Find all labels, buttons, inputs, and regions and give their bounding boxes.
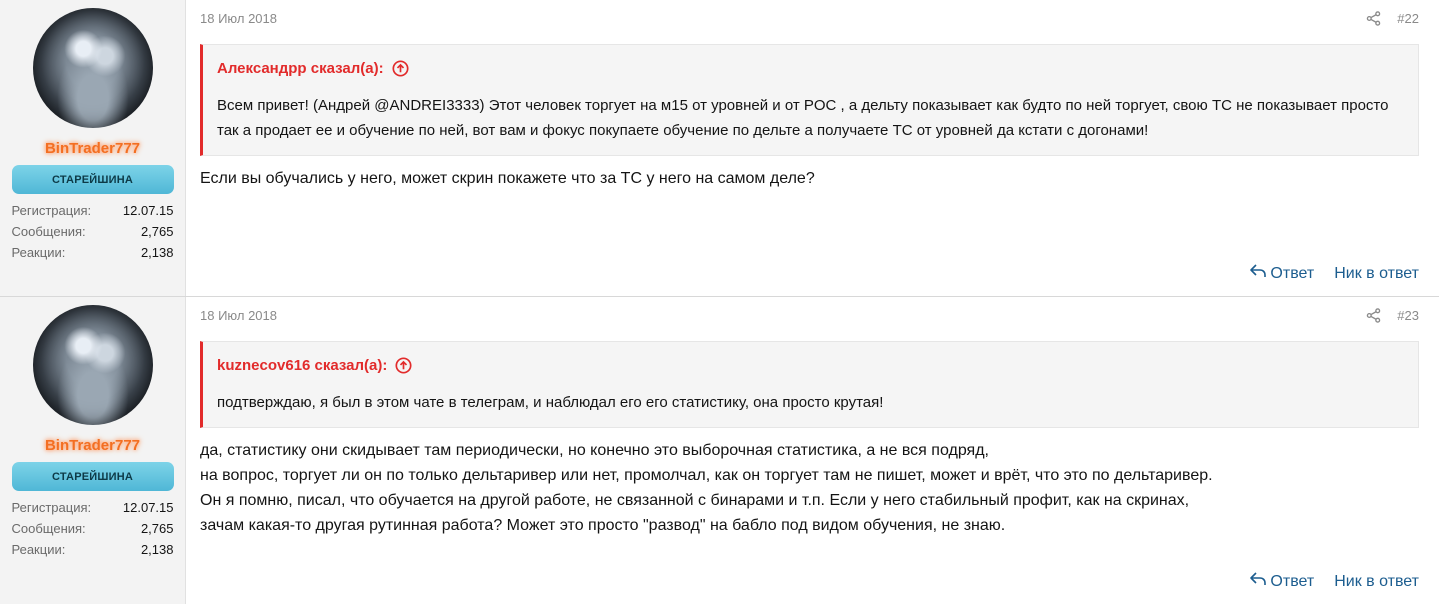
stat-messages: Сообщения: 2,765 (12, 221, 174, 242)
quote-header: Александрр сказал(а): (203, 45, 1418, 81)
reply-button[interactable]: Ответ (1249, 263, 1314, 284)
nick-reply-button[interactable]: Ник в ответ (1334, 265, 1419, 283)
quote-text: Всем привет! (Андрей @ANDREI3333) Этот ч… (217, 97, 1389, 139)
nick-reply-button[interactable]: Ник в ответ (1334, 573, 1419, 591)
post: BinTrader777 СТАРЕЙШИНА Регистрация: 12.… (0, 0, 1439, 296)
arrow-up-circle-icon[interactable] (392, 59, 409, 77)
reply-label: Ответ (1270, 264, 1315, 282)
post-actions: Ответ Ник в ответ (1249, 263, 1419, 284)
user-panel: BinTrader777 СТАРЕЙШИНА Регистрация: 12.… (0, 297, 186, 604)
post: BinTrader777 СТАРЕЙШИНА Регистрация: 12.… (0, 296, 1439, 604)
reply-label: Ответ (1270, 572, 1315, 590)
message-line: Если вы обучались у него, может скрин по… (200, 170, 815, 187)
username-link[interactable]: BinTrader777 (45, 140, 140, 157)
post-date[interactable]: 18 Июл 2018 (200, 308, 277, 323)
reply-button[interactable]: Ответ (1249, 571, 1314, 592)
thread: BinTrader777 СТАРЕЙШИНА Регистрация: 12.… (0, 0, 1439, 604)
quote-text: подтверждаю, я был в этом чате в телегра… (217, 394, 884, 411)
quote-block: Александрр сказал(а): Всем привет! (Андр… (200, 44, 1419, 156)
message-line: да, статистику они скидывает там периоди… (200, 442, 989, 459)
stat-label: Сообщения: (11, 521, 86, 536)
post-message: да, статистику они скидывает там периоди… (200, 438, 1419, 538)
stat-registration: Регистрация: 12.07.15 (12, 200, 174, 221)
user-stats: Регистрация: 12.07.15 Сообщения: 2,765 Р… (12, 200, 174, 263)
message-line: Он я помню, писал, что обучается на друг… (200, 492, 1190, 509)
stat-value: 2,765 (140, 521, 174, 536)
post-date[interactable]: 18 Июл 2018 (200, 11, 277, 26)
username-link[interactable]: BinTrader777 (45, 437, 140, 454)
message-line: зачам какая-то другая рутинная работа? М… (200, 517, 1006, 534)
user-title-badge: СТАРЕЙШИНА (11, 462, 174, 491)
post-number-link[interactable]: #22 (1397, 11, 1419, 26)
stat-registration: Регистрация: 12.07.15 (12, 497, 174, 518)
stat-value: 2,138 (140, 245, 174, 260)
quote-header: kuznecov616 сказал(а): (203, 342, 1418, 378)
stat-value: 12.07.15 (122, 500, 174, 515)
reply-arrow-icon (1249, 571, 1267, 592)
post-content: 18 Июл 2018 #22 Александрр сказал(а): Вс… (186, 0, 1439, 296)
quote-block: kuznecov616 сказал(а): подтверждаю, я бы… (200, 341, 1419, 428)
stat-reactions: Реакции: 2,138 (12, 242, 174, 263)
quote-author-link[interactable]: kuznecov616 сказал(а): (217, 357, 387, 374)
share-icon[interactable] (1366, 307, 1381, 323)
post-actions: Ответ Ник в ответ (1249, 571, 1419, 592)
user-title-badge: СТАРЕЙШИНА (11, 165, 174, 194)
stat-label: Реакции: (11, 245, 66, 260)
stat-label: Регистрация: (11, 500, 92, 515)
stat-value: 2,765 (140, 224, 174, 239)
post-header-actions: #23 (1366, 308, 1419, 323)
stat-messages: Сообщения: 2,765 (12, 518, 174, 539)
post-message: Если вы обучались у него, может скрин по… (200, 166, 1419, 191)
stat-label: Регистрация: (11, 203, 92, 218)
stat-label: Реакции: (11, 542, 66, 557)
post-content: 18 Июл 2018 #23 kuznecov616 сказал(а): п… (186, 297, 1439, 604)
post-number-link[interactable]: #23 (1397, 308, 1419, 323)
stat-label: Сообщения: (11, 224, 86, 239)
user-panel: BinTrader777 СТАРЕЙШИНА Регистрация: 12.… (0, 0, 186, 296)
message-line: на вопрос, торгует ли он по только дельт… (200, 467, 1213, 484)
user-stats: Регистрация: 12.07.15 Сообщения: 2,765 Р… (12, 497, 174, 560)
stat-value: 2,138 (140, 542, 174, 557)
reply-arrow-icon (1249, 263, 1267, 284)
stat-value: 12.07.15 (122, 203, 174, 218)
quote-author-link[interactable]: Александрр сказал(а): (217, 60, 384, 77)
share-icon[interactable] (1366, 10, 1381, 26)
post-header: 18 Июл 2018 #22 (200, 0, 1419, 34)
avatar[interactable] (32, 8, 153, 128)
avatar[interactable] (32, 305, 153, 425)
post-header-actions: #22 (1366, 11, 1419, 26)
stat-reactions: Реакции: 2,138 (12, 539, 174, 560)
arrow-up-circle-icon[interactable] (395, 356, 412, 374)
post-header: 18 Июл 2018 #23 (200, 297, 1419, 331)
